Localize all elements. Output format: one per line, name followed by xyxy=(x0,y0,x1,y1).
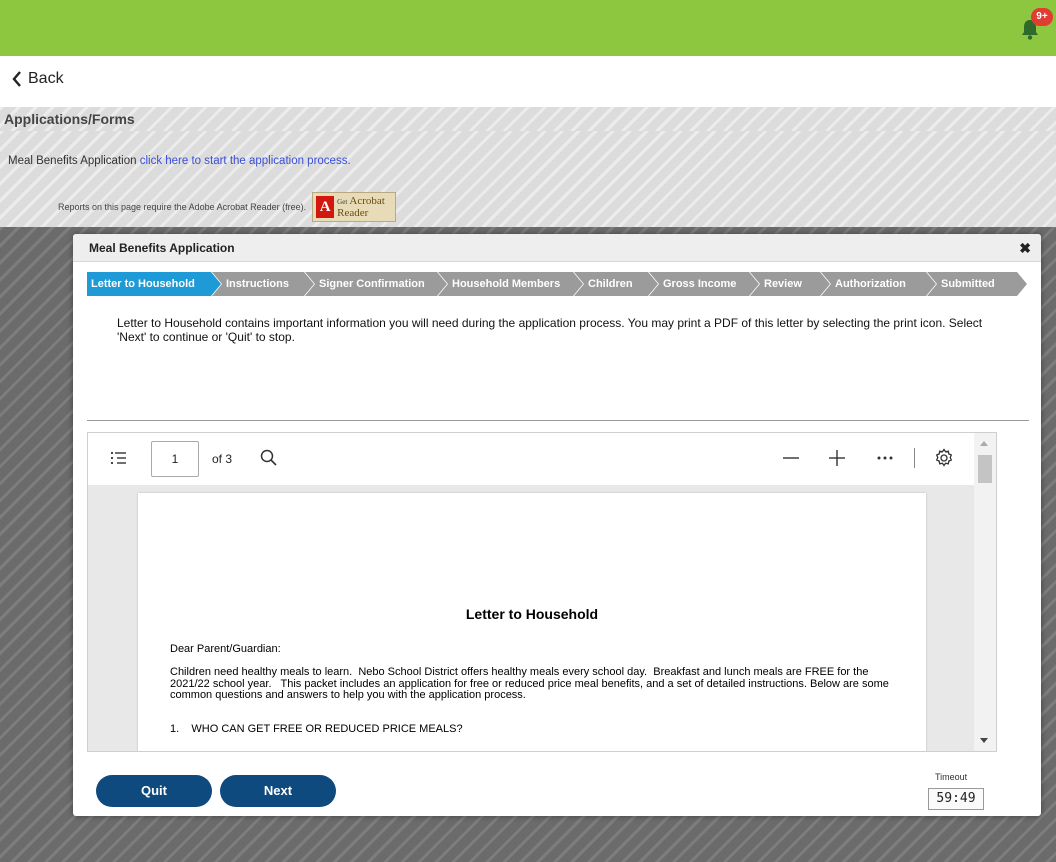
intro-text: Letter to Household contains important i… xyxy=(117,316,983,344)
get-acrobat-reader-badge[interactable]: A Get Acrobat Reader xyxy=(312,192,397,222)
meal-benefits-modal: Meal Benefits Application ✖ Letter to Ho… xyxy=(73,234,1041,816)
divider xyxy=(87,420,1029,421)
step-signer-confirmation[interactable]: Signer Confirmation xyxy=(305,272,447,296)
modal-header: Meal Benefits Application ✖ xyxy=(73,234,1041,262)
search-icon[interactable] xyxy=(258,447,280,469)
settings-icon[interactable] xyxy=(933,447,955,469)
back-link[interactable]: Back xyxy=(12,70,64,88)
table-of-contents-icon[interactable] xyxy=(108,447,130,469)
acrobat-reader-label: Reader xyxy=(337,206,369,219)
step-submitted[interactable]: Submitted xyxy=(927,272,1027,296)
modal-title: Meal Benefits Application xyxy=(89,241,235,255)
quit-button[interactable]: Quit xyxy=(96,775,212,807)
acrobat-reader-text: Get Acrobat Reader xyxy=(337,194,385,219)
step-children[interactable]: Children xyxy=(574,272,658,296)
zoom-out-icon[interactable] xyxy=(780,447,802,469)
reports-note: Reports on this page require the Adobe A… xyxy=(58,202,307,212)
timeout-value: 59:49 xyxy=(928,788,984,810)
adobe-logo-icon: A xyxy=(316,196,335,218)
letter-paragraph: Children need healthy meals to learn. Ne… xyxy=(170,666,892,701)
section-title: Applications/Forms xyxy=(0,107,1056,131)
step-household-members[interactable]: Household Members xyxy=(438,272,583,296)
page-total: of 3 xyxy=(212,452,233,466)
reports-note-line: Reports on this page require the Adobe A… xyxy=(58,192,397,222)
chevron-left-icon xyxy=(12,71,21,87)
notification-badge: 9+ xyxy=(1031,8,1053,26)
acrobat-name: Acrobat xyxy=(349,194,385,207)
pdf-viewer[interactable]: 1 of 3 Letter to Household Dear Parent/G… xyxy=(87,432,997,752)
timeout-label: Timeout xyxy=(935,772,968,782)
step-review[interactable]: Review xyxy=(750,272,830,296)
letter-greeting: Dear Parent/Guardian: xyxy=(170,643,281,655)
step-gross-income[interactable]: Gross Income xyxy=(649,272,759,296)
close-icon[interactable]: ✖ xyxy=(1019,240,1031,257)
step-letter-to-household[interactable]: Letter to Household xyxy=(87,272,221,296)
progress-steps: Letter to Household Instructions Signer … xyxy=(87,272,1027,296)
meal-benefits-prefix: Meal Benefits Application xyxy=(8,155,137,167)
pdf-page: Letter to Household Dear Parent/Guardian… xyxy=(138,493,926,751)
pdf-scrollbar[interactable] xyxy=(974,433,996,751)
scroll-thumb[interactable] xyxy=(978,455,992,483)
scroll-up-arrow-icon[interactable] xyxy=(980,441,988,446)
start-application-link[interactable]: click here to start the application proc… xyxy=(140,155,351,167)
page-number-input[interactable]: 1 xyxy=(151,441,199,477)
step-instructions[interactable]: Instructions xyxy=(212,272,314,296)
meal-benefits-line: Meal Benefits Application click here to … xyxy=(8,155,351,167)
back-label: Back xyxy=(28,70,64,87)
more-icon[interactable] xyxy=(874,447,896,469)
letter-title: Letter to Household xyxy=(465,606,599,622)
toolbar-separator xyxy=(914,448,915,468)
scroll-down-arrow-icon[interactable] xyxy=(980,738,988,743)
acrobat-get-label: Get xyxy=(337,197,348,206)
step-authorization[interactable]: Authorization xyxy=(821,272,936,296)
next-button[interactable]: Next xyxy=(220,775,336,807)
top-bar: 9+ xyxy=(0,0,1056,56)
letter-question-1: 1. WHO CAN GET FREE OR REDUCED PRICE MEA… xyxy=(170,723,463,735)
pdf-toolbar: 1 of 3 xyxy=(88,433,976,485)
zoom-in-icon[interactable] xyxy=(826,447,848,469)
